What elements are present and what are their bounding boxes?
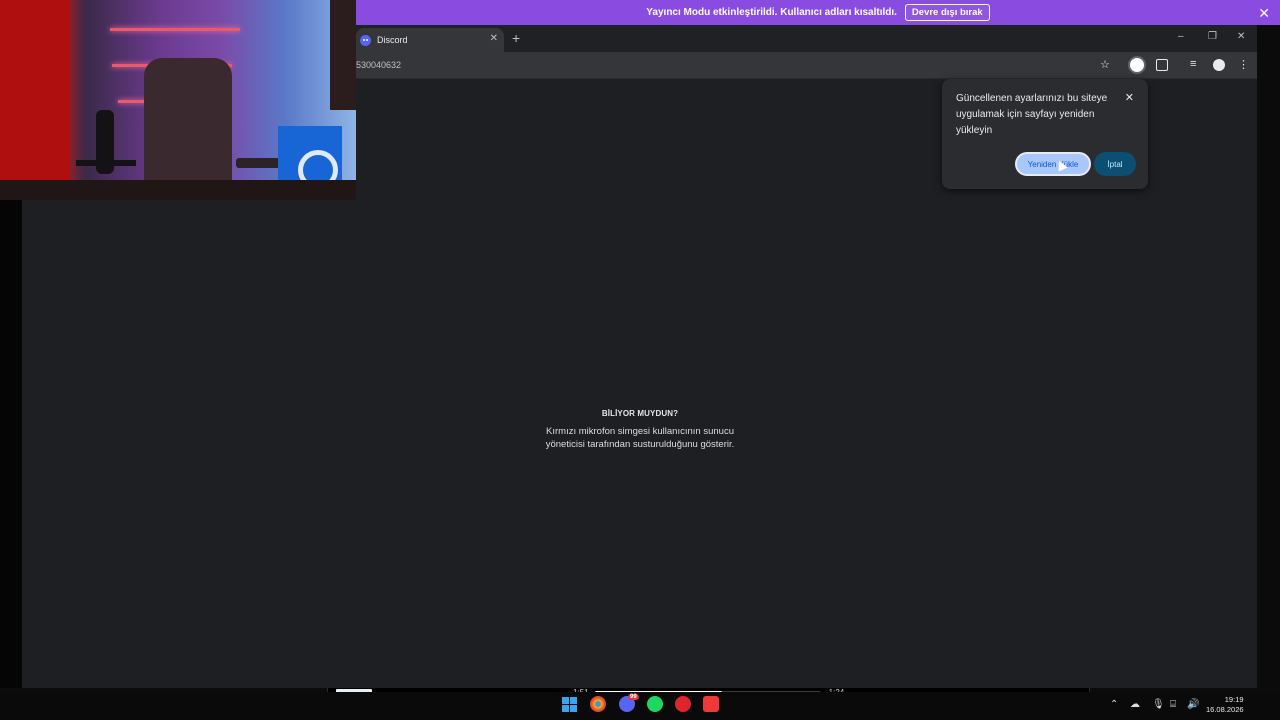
microphone-icon[interactable]: 🎙: [1152, 699, 1165, 710]
clock-date: 16.08.2026: [1206, 705, 1244, 714]
volume-icon[interactable]: 🔊: [1187, 699, 1199, 710]
streamer-mode-banner: Yayıncı Modu etkinleştirildi. Kullanıcı …: [356, 0, 1280, 25]
door-frame: [330, 0, 356, 110]
red-pc-case: [0, 0, 70, 190]
chrome-icon[interactable]: [590, 696, 606, 712]
clock-time: 19:19: [1224, 695, 1244, 704]
reload-button[interactable]: Yeniden Yükle: [1015, 152, 1091, 176]
close-icon[interactable]: ✕: [1258, 5, 1270, 22]
streamer-mode-message: Yayıncı Modu etkinleştirildi. Kullanıcı …: [646, 7, 897, 18]
chevron-up-icon[interactable]: ⌃: [1110, 699, 1118, 710]
discord-favicon-icon: [360, 34, 371, 46]
cloud-icon[interactable]: ☁: [1130, 699, 1140, 710]
new-tab-icon[interactable]: +: [512, 30, 520, 46]
reload-popup: Güncellenen ayarlarınızı bu siteye uygul…: [942, 79, 1148, 189]
tab-title: Discord: [377, 35, 408, 45]
cancel-button[interactable]: İptal: [1094, 152, 1136, 176]
profile-avatar-icon[interactable]: [1213, 59, 1225, 71]
discord-badge: 99: [628, 694, 639, 700]
led-shelf: [110, 28, 240, 31]
window-close-icon[interactable]: ✕: [1237, 31, 1245, 42]
bookmark-star-icon[interactable]: ☆: [1100, 58, 1110, 71]
minimize-icon[interactable]: –: [1178, 31, 1184, 42]
menu-dots-icon[interactable]: ⋮: [1238, 58, 1249, 71]
extension-active-icon[interactable]: [1128, 56, 1146, 74]
url-text[interactable]: 530040632: [356, 60, 401, 70]
red-app-icon[interactable]: [675, 696, 691, 712]
browser-tabstrip: Discord ✕ + – ❐ ✕: [356, 25, 1257, 52]
microphone-arm: [76, 160, 136, 166]
network-icon[interactable]: ⌸: [1170, 699, 1176, 710]
tab-close-icon[interactable]: ✕: [490, 33, 498, 44]
reload-popup-message: Güncellenen ayarlarınızı bu siteye uygul…: [956, 93, 1108, 136]
windows-taskbar: 99 ⌃ ☁ 🎙 ⌸ 🔊 19:19 16.08.2026: [0, 692, 1280, 720]
webcam-overlay: [0, 0, 356, 200]
did-you-know-tip: BİLİYOR MUYDUN? Kırmızı mikrofon simgesi…: [528, 409, 752, 451]
system-clock[interactable]: 19:19 16.08.2026: [1206, 695, 1244, 715]
tip-title: BİLİYOR MUYDUN?: [601, 409, 679, 418]
address-bar: 530040632 ☆ ≡ ⋮: [356, 52, 1257, 79]
gaming-chair: [144, 58, 232, 188]
windows-start-icon[interactable]: [562, 697, 577, 712]
tip-body: Kırmızı mikrofon simgesi kullanıcının su…: [545, 426, 735, 450]
tab-discord[interactable]: Discord ✕: [356, 28, 504, 52]
popup-close-icon[interactable]: ✕: [1125, 91, 1134, 104]
reading-list-icon[interactable]: ≡: [1190, 58, 1196, 70]
spotify-icon[interactable]: [647, 696, 663, 712]
left-background: [0, 200, 22, 688]
floor: [0, 180, 356, 200]
vivaldi-icon[interactable]: [703, 696, 719, 712]
disable-streamer-mode-button[interactable]: Devre dışı bırak: [904, 4, 990, 21]
restore-icon[interactable]: ❐: [1208, 31, 1217, 42]
extensions-icon[interactable]: [1156, 59, 1168, 71]
